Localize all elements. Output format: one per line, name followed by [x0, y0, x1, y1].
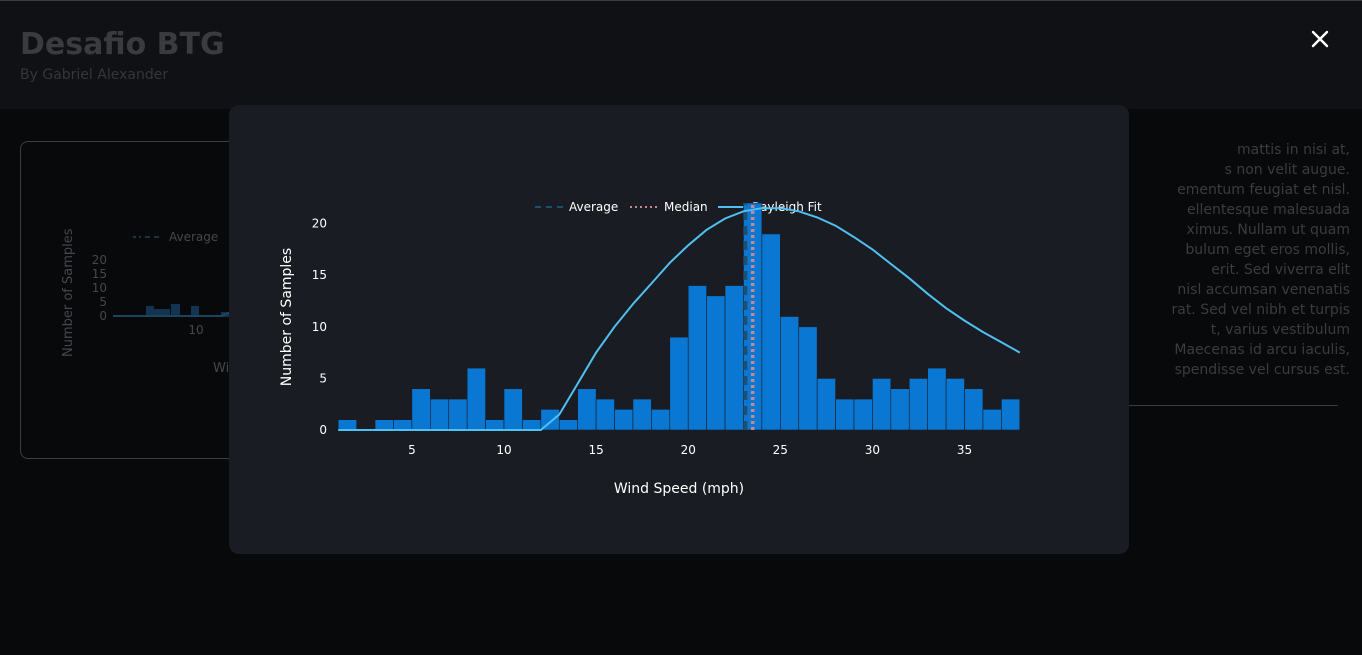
x-axis-label: Wind Speed (mph) — [614, 481, 744, 497]
histogram-bar[interactable] — [835, 398, 855, 431]
x-tick-label: 35 — [957, 443, 972, 457]
histogram-bar[interactable] — [1001, 398, 1021, 431]
histogram-bar[interactable] — [853, 398, 873, 431]
y-tick-label: 15 — [312, 268, 327, 282]
close-icon — [1311, 30, 1329, 48]
legend-item-average[interactable]: Average — [535, 200, 618, 214]
legend-label: Rayleigh Fit — [752, 200, 822, 214]
background-ytick: 10 — [92, 281, 107, 295]
histogram-bar[interactable] — [393, 419, 413, 431]
background-ytick: 5 — [99, 295, 107, 309]
x-tick-label: 10 — [496, 443, 511, 457]
histogram-bar[interactable] — [816, 378, 836, 431]
histogram-bar[interactable] — [503, 388, 523, 431]
x-tick-label: 15 — [588, 443, 603, 457]
y-axis-label: Number of Samples — [279, 248, 295, 386]
histogram-bar[interactable] — [982, 409, 1002, 431]
histogram-bar[interactable] — [411, 388, 431, 431]
histogram-bar[interactable] — [448, 398, 468, 431]
close-button[interactable] — [1306, 25, 1334, 53]
wind-speed-histogram: Average Median Rayleigh Fit 5 10 15 20 25 30 3… — [279, 200, 1021, 497]
histogram-bar[interactable] — [780, 316, 800, 431]
histogram-bar[interactable] — [577, 388, 597, 431]
y-tick-label: 0 — [319, 423, 327, 437]
background-xtick: 10 — [188, 323, 203, 337]
divider — [1128, 405, 1338, 406]
background-ytick: 20 — [92, 253, 107, 267]
y-tick-label: 5 — [319, 371, 327, 385]
chart-modal[interactable]: Average Median Rayleigh Fit 5 10 15 20 25 30 3… — [229, 105, 1129, 554]
y-tick-label: 10 — [312, 320, 327, 334]
histogram-bar[interactable] — [522, 419, 542, 431]
histogram-bar[interactable] — [632, 398, 652, 431]
histogram-bar[interactable] — [927, 367, 947, 431]
histogram-bar[interactable] — [706, 295, 726, 431]
histogram-bar[interactable] — [687, 285, 707, 431]
histogram-bar[interactable] — [761, 233, 781, 431]
histogram-bar[interactable] — [337, 419, 357, 431]
y-tick-label: 20 — [312, 217, 327, 231]
app-header: Desafio BTG By Gabriel Alexander — [0, 0, 1362, 109]
x-tick-label: 5 — [408, 443, 416, 457]
legend-item-rayleigh-fit[interactable]: Rayleigh Fit — [718, 200, 822, 214]
histogram-bar[interactable] — [614, 409, 634, 431]
histogram-bar[interactable] — [595, 398, 615, 431]
background-ytick: 15 — [92, 267, 107, 281]
histogram-bar[interactable] — [430, 398, 450, 431]
background-ylabel: Number of Samples — [61, 228, 76, 357]
background-legend-average: Average — [169, 230, 218, 244]
background-ytick: 0 — [99, 309, 107, 323]
histogram-bar[interactable] — [890, 388, 910, 431]
app-subtitle: By Gabriel Alexander — [20, 67, 169, 83]
x-tick-label: 20 — [681, 443, 696, 457]
histogram-bar[interactable] — [872, 378, 892, 431]
app-title: Desafio BTG — [20, 27, 225, 62]
histogram-bar[interactable] — [558, 419, 578, 431]
legend-item-median[interactable]: Median — [630, 200, 708, 214]
histogram-bar[interactable] — [964, 388, 984, 431]
legend-label: Average — [569, 200, 618, 214]
x-tick-label: 30 — [865, 443, 880, 457]
histogram-bar[interactable] — [945, 378, 965, 431]
chart-legend: Average Median Rayleigh Fit — [535, 200, 822, 214]
histogram-bar[interactable] — [651, 409, 671, 431]
histogram-bar[interactable] — [908, 378, 928, 431]
histogram-bar[interactable] — [669, 336, 689, 431]
histogram-bar[interactable] — [466, 367, 486, 431]
background-xlabel: Wi — [213, 361, 229, 376]
legend-label: Median — [664, 200, 708, 214]
histogram-bar[interactable] — [798, 326, 818, 431]
histogram-bar[interactable] — [724, 285, 744, 431]
histogram-bar[interactable] — [485, 419, 505, 431]
x-tick-label: 25 — [773, 443, 788, 457]
histogram-bar[interactable] — [374, 419, 394, 431]
